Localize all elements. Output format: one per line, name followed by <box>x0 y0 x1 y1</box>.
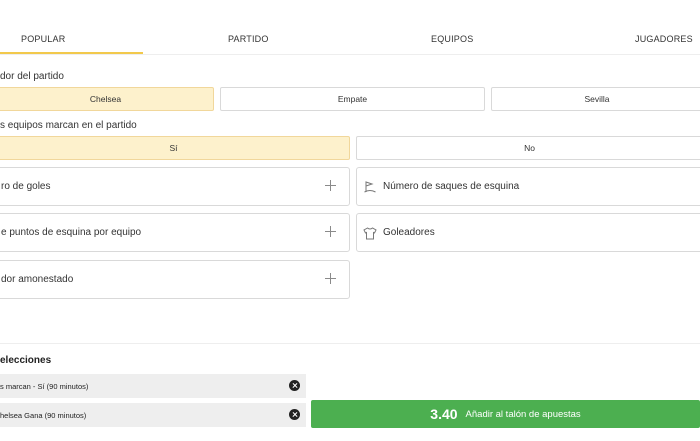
market-title-winner: dor del partido <box>0 71 64 82</box>
corner-flag-icon <box>364 181 376 193</box>
market-total-goals[interactable]: ro de goles <box>0 167 350 206</box>
plus-icon <box>321 176 341 196</box>
active-tab-indicator <box>0 52 143 54</box>
market-booked-player[interactable]: dor amonestado <box>0 260 350 299</box>
plus-icon <box>321 269 341 289</box>
market-corners[interactable]: Número de saques de esquina <box>356 167 700 206</box>
betslip-title: elecciones <box>0 355 52 366</box>
market-label: Número de saques de esquina <box>383 181 520 192</box>
selection-row: helsea Gana (90 minutos) <box>0 403 306 427</box>
tab-jugadores[interactable]: JUGADORES <box>635 34 693 44</box>
selection-label: helsea Gana (90 minutos) <box>0 410 87 420</box>
market-label: ro de goles <box>1 181 51 192</box>
option-label: Chelsea <box>89 94 122 104</box>
option-label: Sí <box>169 143 178 153</box>
tab-partido[interactable]: PARTIDO <box>228 34 269 44</box>
plus-icon <box>321 222 341 242</box>
option-label: Sevilla <box>584 94 610 104</box>
combined-odds: 3.40 <box>430 406 458 422</box>
remove-icon[interactable] <box>289 409 300 420</box>
market-label: e puntos de esquina por equipo <box>1 227 142 238</box>
market-goalscorers[interactable]: Goleadores <box>356 213 700 252</box>
market-title-btts: s equipos marcan en el partido <box>0 120 137 131</box>
remove-icon[interactable] <box>289 380 300 391</box>
option-no[interactable]: No <box>356 136 700 160</box>
market-label: Goleadores <box>383 227 435 238</box>
add-button-label: Añadir al talón de apuestas <box>465 408 581 420</box>
option-empate[interactable]: Empate <box>220 87 485 111</box>
tab-popular[interactable]: POPULAR <box>21 34 65 44</box>
selection-label: s marcan - Sí (90 minutos) <box>0 381 89 391</box>
tab-equipos[interactable]: EQUIPOS <box>431 34 473 44</box>
market-tabs: POPULAR PARTIDO EQUIPOS JUGADORES <box>0 0 700 55</box>
market-label: dor amonestado <box>1 274 74 285</box>
selection-row: s marcan - Sí (90 minutos) <box>0 374 306 398</box>
option-sevilla[interactable]: Sevilla <box>491 87 700 111</box>
option-label: Empate <box>337 94 368 104</box>
option-si[interactable]: Sí <box>0 136 350 160</box>
market-team-corners[interactable]: e puntos de esquina por equipo <box>0 213 350 252</box>
option-chelsea[interactable]: Chelsea <box>0 87 214 111</box>
add-to-betslip-button[interactable]: 3.40 Añadir al talón de apuestas <box>311 400 700 428</box>
shirt-icon <box>363 227 377 240</box>
option-label: No <box>524 143 535 153</box>
